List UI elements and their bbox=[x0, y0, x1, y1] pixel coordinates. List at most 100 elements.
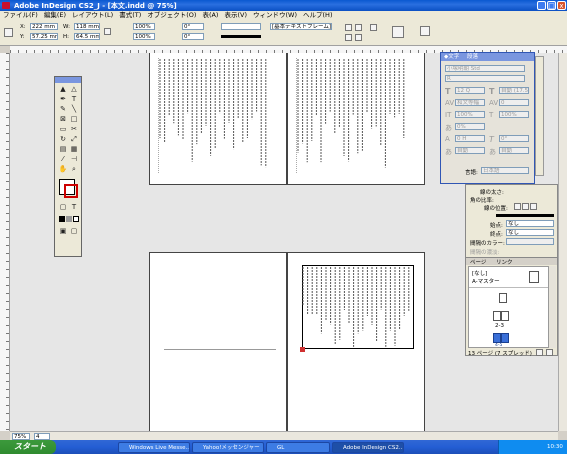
delete-page-icon[interactable] bbox=[546, 349, 553, 356]
master-page-thumb[interactable] bbox=[529, 271, 539, 283]
gradient-tool-icon[interactable]: ▤ bbox=[58, 145, 68, 154]
apply-gradient-icon[interactable] bbox=[66, 216, 72, 222]
object-style-field[interactable]: [基本テキストフレーム] bbox=[270, 23, 332, 30]
h-field[interactable]: 64.5 mm bbox=[74, 33, 100, 40]
rotate-tool-icon[interactable]: ↻ bbox=[58, 135, 68, 144]
formatting-text-icon[interactable]: T bbox=[69, 203, 79, 212]
page-thumb-3[interactable] bbox=[501, 311, 509, 321]
type-tool-icon[interactable]: T bbox=[69, 95, 79, 104]
scale-x-field[interactable]: 100% bbox=[133, 23, 155, 30]
aki-before-field[interactable]: 自動 bbox=[455, 147, 485, 154]
tracking-field[interactable]: 0 bbox=[499, 99, 529, 106]
minimize-button[interactable]: _ bbox=[537, 1, 546, 10]
align-outside-icon[interactable] bbox=[530, 203, 537, 210]
rectangle-tool-icon[interactable]: □ bbox=[69, 115, 79, 124]
zoom-field[interactable]: 75% bbox=[12, 433, 30, 440]
vertical-scale-field[interactable]: 100% bbox=[455, 111, 485, 118]
shear-field[interactable]: 0° bbox=[182, 33, 204, 40]
pencil-tool-icon[interactable]: ✎ bbox=[58, 105, 68, 114]
tab-character[interactable]: ◆文字 bbox=[444, 54, 459, 60]
formatting-container-icon[interactable]: ▢ bbox=[58, 203, 68, 212]
selection-tool-icon[interactable]: ▲ bbox=[58, 85, 68, 94]
direct-selection-tool-icon[interactable]: △ bbox=[69, 85, 79, 94]
menu-edit[interactable]: 編集(E) bbox=[41, 11, 69, 20]
taskbar-item-indesign[interactable]: Adobe InDesign CS2... bbox=[332, 442, 404, 453]
hand-tool-icon[interactable]: ✋ bbox=[58, 165, 68, 174]
taskbar-item-gl[interactable]: GL bbox=[266, 442, 330, 453]
note-tool-icon[interactable]: ▦ bbox=[69, 145, 79, 154]
page-thumb-1[interactable] bbox=[499, 293, 507, 303]
align-icon[interactable] bbox=[345, 24, 352, 31]
aki-after-field[interactable]: 自動 bbox=[499, 147, 529, 154]
menu-type[interactable]: 書式(T) bbox=[116, 11, 144, 20]
page-number-field[interactable]: 4 bbox=[34, 433, 50, 440]
stroke-style-swatch[interactable] bbox=[221, 35, 261, 38]
menu-help[interactable]: ヘルプ(H) bbox=[300, 11, 335, 20]
vertical-ruler[interactable] bbox=[0, 53, 10, 431]
y-field[interactable]: 57.25 mm bbox=[30, 33, 58, 40]
button-tool-icon[interactable]: ▭ bbox=[58, 125, 68, 134]
menu-table[interactable]: 表(A) bbox=[199, 11, 221, 20]
maximize-button[interactable]: □ bbox=[547, 1, 556, 10]
effects-icon[interactable] bbox=[355, 34, 362, 41]
page-thumb-5-selected[interactable] bbox=[501, 333, 509, 343]
align-inside-icon[interactable] bbox=[522, 203, 529, 210]
scale-tool-icon[interactable]: ⤢ bbox=[69, 135, 79, 144]
kerning-field[interactable]: 和文等幅 bbox=[455, 99, 485, 106]
close-button[interactable]: x bbox=[557, 1, 566, 10]
apply-color-icon[interactable] bbox=[59, 216, 65, 222]
font-family-select[interactable]: 小塚明朝 Std bbox=[445, 65, 525, 72]
frame-tool-icon[interactable]: ⊠ bbox=[58, 115, 68, 124]
menu-object[interactable]: オブジェクト(O) bbox=[144, 11, 199, 20]
new-page-icon[interactable] bbox=[536, 349, 543, 356]
stroke-type-preview[interactable] bbox=[496, 214, 554, 217]
align-center-icon[interactable] bbox=[514, 203, 521, 210]
pages-scrollbar[interactable] bbox=[549, 266, 556, 348]
line-tool-icon[interactable]: ╲ bbox=[69, 105, 79, 114]
character-panel-header[interactable]: ◆文字 段落 bbox=[441, 53, 534, 61]
menu-file[interactable]: ファイル(F) bbox=[0, 11, 41, 20]
wrap-icon[interactable] bbox=[345, 34, 352, 41]
eyedropper-tool-icon[interactable]: ⁄ bbox=[58, 155, 68, 164]
horizontal-scale-field[interactable]: 100% bbox=[499, 111, 529, 118]
pen-tool-icon[interactable]: ✒ bbox=[58, 95, 68, 104]
taskbar-item-yahoo[interactable]: Yahoo!メッセンジャー bbox=[192, 442, 264, 453]
language-select[interactable]: 日本語 bbox=[481, 167, 529, 174]
page-thumb-4-selected[interactable] bbox=[493, 333, 501, 343]
tools-panel-grip[interactable] bbox=[55, 77, 81, 83]
preview-view-icon[interactable]: ▢ bbox=[69, 227, 79, 236]
pages-list[interactable]: [なし] A-マスター 2-3 4-5 bbox=[468, 266, 549, 348]
scissors-tool-icon[interactable]: ✂ bbox=[69, 125, 79, 134]
taskbar-item-messenger[interactable]: Windows Live Messe... bbox=[118, 442, 190, 453]
font-style-select[interactable]: R bbox=[445, 75, 525, 82]
tab-links[interactable]: リンク bbox=[496, 258, 513, 266]
zoom-tool-icon[interactable]: ⌕ bbox=[69, 165, 79, 174]
vertical-scrollbar[interactable] bbox=[558, 53, 567, 431]
fit-icon[interactable] bbox=[370, 24, 377, 31]
gap-color-select[interactable] bbox=[506, 238, 554, 245]
tab-pages[interactable]: ページ bbox=[470, 258, 486, 266]
tsume-field[interactable]: 0% bbox=[455, 123, 485, 130]
go-to-bridge-icon[interactable] bbox=[392, 26, 404, 38]
leading-field[interactable]: 自動 (17.5 H) bbox=[499, 87, 529, 94]
a-master[interactable]: A-マスター bbox=[472, 277, 500, 285]
normal-view-icon[interactable]: ▣ bbox=[58, 227, 68, 236]
baseline-shift-field[interactable]: 0 H bbox=[455, 135, 485, 142]
collapsed-palette-tabs[interactable] bbox=[535, 56, 544, 176]
start-select[interactable]: なし bbox=[506, 220, 554, 227]
menu-view[interactable]: 表示(V) bbox=[221, 11, 250, 20]
measure-tool-icon[interactable]: ⊣ bbox=[69, 155, 79, 164]
skew-field[interactable]: 0° bbox=[499, 135, 529, 142]
reference-point-icon[interactable] bbox=[4, 28, 13, 37]
x-field[interactable]: 222 mm bbox=[30, 23, 58, 30]
font-size-field[interactable]: 12 Q bbox=[455, 87, 485, 94]
none-master[interactable]: [なし] bbox=[472, 269, 487, 277]
scale-y-field[interactable]: 100% bbox=[133, 33, 155, 40]
stroke-swatch-icon[interactable] bbox=[64, 184, 78, 198]
distribute-icon[interactable] bbox=[355, 24, 362, 31]
apply-none-icon[interactable] bbox=[73, 216, 79, 222]
menu-layout[interactable]: レイアウト(L) bbox=[69, 11, 116, 20]
constrain-proportions-icon[interactable] bbox=[104, 28, 111, 35]
stroke-weight-field[interactable] bbox=[221, 23, 261, 30]
menu-window[interactable]: ウィンドウ(W) bbox=[250, 11, 300, 20]
